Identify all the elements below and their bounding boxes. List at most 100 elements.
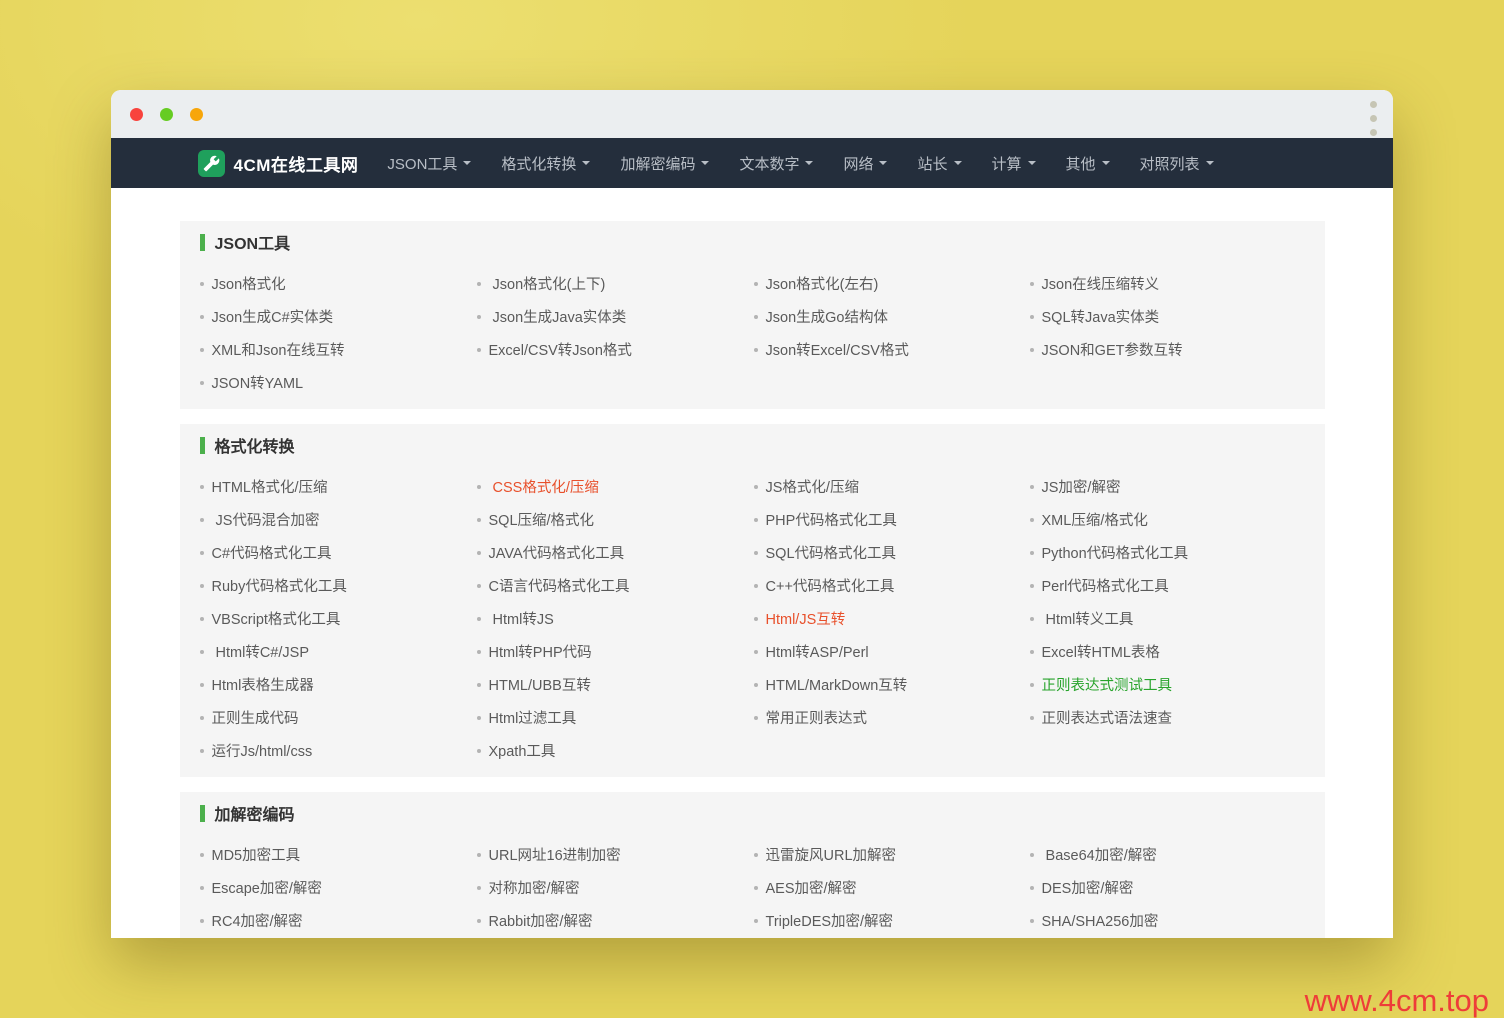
tool-list-item: JSON转YAML [199, 366, 477, 399]
tool-list-item: Escape加密/解密 [199, 871, 477, 904]
bullet-icon [753, 347, 758, 352]
tool-list-item: C#代码格式化工具 [199, 536, 477, 569]
tool-link[interactable]: Html转JS [489, 608, 554, 629]
bullet-icon [476, 550, 481, 555]
clipped-row-remnant [200, 937, 477, 938]
tool-link[interactable]: 运行Js/html/css [212, 740, 313, 761]
nav-item-label: 其他 [1065, 155, 1096, 173]
tool-link[interactable]: Python代码格式化工具 [1042, 542, 1189, 563]
tool-link[interactable]: HTML/MarkDown互转 [766, 674, 908, 695]
tool-link[interactable]: URL网址16进制加密 [489, 844, 621, 865]
nav-item-9[interactable]: 对照列表 [1125, 138, 1229, 188]
bullet-icon [753, 517, 758, 522]
tool-link[interactable]: Html转C#/JSP [212, 641, 309, 662]
tool-link[interactable]: 对称加密/解密 [489, 877, 580, 898]
tool-link[interactable]: C#代码格式化工具 [212, 542, 332, 563]
tool-link[interactable]: Excel/CSV转Json格式 [489, 339, 632, 360]
nav-item-label: 格式化转换 [501, 155, 577, 173]
tool-link[interactable]: JS代码混合加密 [212, 509, 320, 530]
tool-link[interactable]: DES加密/解密 [1042, 877, 1134, 898]
nav-item-3[interactable]: 加解密编码 [605, 138, 724, 188]
tool-link[interactable]: Html/JS互转 [766, 608, 846, 629]
nav-item-6[interactable]: 站长 [902, 138, 976, 188]
tool-link[interactable]: AES加密/解密 [766, 877, 857, 898]
tool-link[interactable]: Json格式化(上下) [489, 273, 606, 294]
tool-link[interactable]: JS加密/解密 [1042, 476, 1121, 497]
tool-link[interactable]: TripleDES加密/解密 [766, 910, 894, 931]
tool-link[interactable]: Rabbit加密/解密 [489, 910, 593, 931]
tool-link[interactable]: JAVA代码格式化工具 [489, 542, 625, 563]
bullet-icon [753, 583, 758, 588]
tool-link[interactable]: Html转PHP代码 [489, 641, 592, 662]
tool-link[interactable]: Json生成Go结构体 [766, 306, 888, 327]
tool-link[interactable]: Excel转HTML表格 [1042, 641, 1160, 662]
tool-link[interactable]: Json在线压缩转义 [1042, 273, 1160, 294]
tool-link[interactable]: SQL转Java实体类 [1042, 306, 1160, 327]
tool-link[interactable]: Json格式化 [212, 273, 286, 294]
tool-link[interactable]: Escape加密/解密 [212, 877, 322, 898]
nav-item-label: 计算 [991, 155, 1022, 173]
tool-link[interactable]: CSS格式化/压缩 [489, 476, 599, 497]
section-header: 格式化转换 [199, 434, 1300, 456]
tool-link[interactable]: C语言代码格式化工具 [489, 575, 630, 596]
tool-link[interactable]: Perl代码格式化工具 [1042, 575, 1169, 596]
tool-list-item: Html转PHP代码 [476, 635, 754, 668]
tool-link[interactable]: SQL压缩/格式化 [489, 509, 595, 530]
tool-list-item: Base64加密/解密 [1029, 838, 1300, 871]
tool-link[interactable]: HTML格式化/压缩 [212, 476, 328, 497]
tool-link[interactable]: MD5加密工具 [212, 844, 301, 865]
tool-link[interactable]: SHA/SHA256加密 [1042, 910, 1159, 931]
tool-list-item: 对称加密/解密 [476, 871, 754, 904]
caret-down-icon [1101, 161, 1110, 165]
bullet-icon [476, 616, 481, 621]
tool-link[interactable]: SQL代码格式化工具 [766, 542, 897, 563]
tool-link[interactable]: PHP代码格式化工具 [766, 509, 897, 530]
window-close-button[interactable] [130, 107, 143, 121]
bullet-icon [753, 649, 758, 654]
nav-item-2[interactable]: 格式化转换 [486, 138, 605, 188]
nav-item-7[interactable]: 计算 [977, 138, 1051, 188]
tool-link[interactable]: C++代码格式化工具 [766, 575, 895, 596]
tool-list-item: Ruby代码格式化工具 [199, 569, 477, 602]
tool-link[interactable]: Html过滤工具 [489, 707, 577, 728]
tool-link[interactable]: HTML/UBB互转 [489, 674, 591, 695]
tool-link[interactable]: Html转义工具 [1042, 608, 1134, 629]
tool-link[interactable]: Ruby代码格式化工具 [212, 575, 347, 596]
tool-link[interactable]: Xpath工具 [489, 740, 556, 761]
window-maximize-button[interactable] [190, 107, 203, 121]
tool-link[interactable]: Html转ASP/Perl [766, 641, 869, 662]
tool-link[interactable]: JSON和GET参数互转 [1042, 339, 1183, 360]
tool-list-item: Json生成Go结构体 [753, 300, 1030, 333]
tool-link[interactable]: JS格式化/压缩 [766, 476, 859, 497]
window-menu-icon[interactable] [1367, 97, 1379, 139]
tool-list-item: Html转C#/JSP [199, 635, 477, 668]
tool-link[interactable]: VBScript格式化工具 [212, 608, 341, 629]
tool-link[interactable]: Json格式化(左右) [766, 273, 879, 294]
window-minimize-button[interactable] [160, 107, 173, 121]
nav-item-label: 文本数字 [739, 155, 800, 173]
tool-link[interactable]: XML压缩/格式化 [1042, 509, 1148, 530]
tool-link[interactable]: RC4加密/解密 [212, 910, 303, 931]
nav-item-4[interactable]: 文本数字 [724, 138, 828, 188]
tool-link[interactable]: Html表格生成器 [212, 674, 314, 695]
clipped-row-remnant [477, 937, 754, 938]
nav-item-1[interactable]: JSON工具 [372, 138, 486, 188]
nav-item-8[interactable]: 其他 [1051, 138, 1125, 188]
tool-link[interactable]: 正则表达式语法速查 [1042, 707, 1173, 728]
section-accent-bar [199, 804, 205, 822]
bullet-icon [753, 885, 758, 890]
tool-link[interactable]: 常用正则表达式 [766, 707, 868, 728]
tool-link[interactable]: JSON转YAML [212, 372, 304, 393]
tool-link[interactable]: 正则生成代码 [212, 707, 299, 728]
bullet-icon [476, 314, 481, 319]
tool-link[interactable]: XML和Json在线互转 [212, 339, 345, 360]
nav-item-5[interactable]: 网络 [828, 138, 902, 188]
tool-link[interactable]: 迅雷旋风URL加解密 [766, 844, 897, 865]
tool-link[interactable]: 正则表达式测试工具 [1042, 674, 1173, 695]
tool-link[interactable]: Json生成Java实体类 [489, 306, 627, 327]
tool-link[interactable]: Json生成C#实体类 [212, 306, 334, 327]
tool-link[interactable]: Json转Excel/CSV格式 [766, 339, 909, 360]
brand-link[interactable]: 4CM在线工具网 [197, 149, 359, 177]
tool-link[interactable]: Base64加密/解密 [1042, 844, 1157, 865]
brand-title: 4CM在线工具网 [233, 155, 359, 175]
